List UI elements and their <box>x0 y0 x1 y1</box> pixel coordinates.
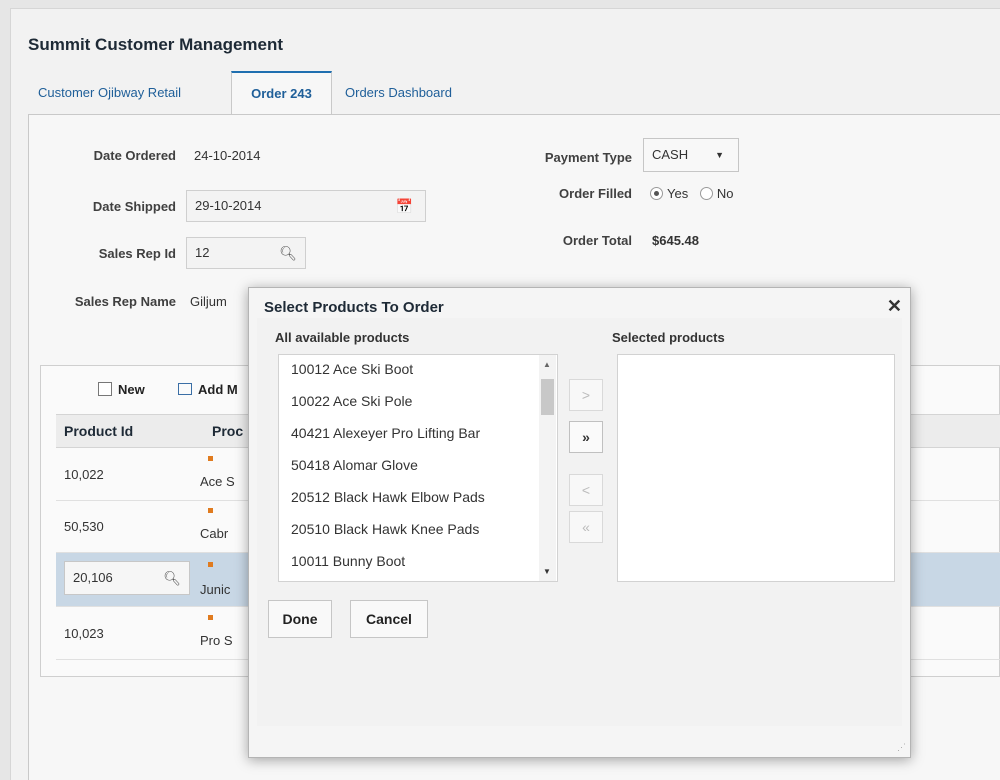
list-item[interactable]: 10012 Ace Ski Boot <box>291 361 413 377</box>
list-item[interactable]: 20510 Black Hawk Knee Pads <box>291 521 479 537</box>
add-multiple-label: Add M <box>198 382 238 397</box>
app-title: Summit Customer Management <box>28 35 284 54</box>
order-total-value: $645.48 <box>652 233 699 248</box>
scrollbar[interactable]: ▲ ▼ <box>539 355 556 581</box>
sales-rep-id-label: Sales Rep Id <box>98 246 176 261</box>
product-id-cell: 50,530 <box>64 519 104 534</box>
scroll-thumb[interactable] <box>541 379 554 415</box>
list-item[interactable]: 10022 Ace Ski Pole <box>291 393 412 409</box>
dropdown-arrow-icon: ▼ <box>715 150 724 160</box>
move-selected-button[interactable]: > <box>569 379 603 411</box>
list-item[interactable]: 50418 Alomar Glove <box>291 457 418 473</box>
sales-rep-id-value: 12 <box>195 245 210 260</box>
list-item[interactable]: 40421 Alexeyer Pro Lifting Bar <box>291 425 480 441</box>
radio-yes-label: Yes <box>667 186 689 201</box>
select-products-dialog: Select Products To Order ✕ All available… <box>248 287 911 758</box>
available-products-list[interactable]: 10012 Ace Ski Boot 10022 Ace Ski Pole 40… <box>278 354 558 582</box>
status-marker <box>208 456 213 461</box>
date-shipped-input[interactable]: 29-10-2014 📅 <box>186 190 426 222</box>
list-item[interactable]: 20512 Black Hawk Elbow Pads <box>291 489 485 505</box>
add-multiple-icon <box>178 383 192 395</box>
move-all-button[interactable]: » <box>569 421 603 453</box>
remove-selected-button[interactable]: < <box>569 474 603 506</box>
radio-yes[interactable] <box>650 187 663 200</box>
radio-no[interactable] <box>699 187 713 200</box>
order-total-label: Order Total <box>562 233 632 248</box>
product-name-cell: Ace S <box>200 474 235 489</box>
product-name-cell: Cabr <box>200 526 229 541</box>
status-marker <box>208 562 213 567</box>
available-products-label: All available products <box>275 330 410 345</box>
remove-all-button[interactable]: « <box>569 511 603 543</box>
product-name-cell: Junic <box>200 582 231 597</box>
list-item[interactable]: 10011 Bunny Boot <box>291 553 405 569</box>
product-id-cell: 10,022 <box>64 467 104 482</box>
status-marker <box>208 508 213 513</box>
payment-type-select[interactable]: CASH ▼ <box>643 138 739 172</box>
search-icon[interactable]: 🔍︎ <box>279 238 297 268</box>
date-ordered-label: Date Ordered <box>93 148 176 163</box>
product-id-value: 20,106 <box>73 570 113 585</box>
product-id-cell: 10,023 <box>64 626 104 641</box>
payment-type-label: Payment Type <box>544 150 632 165</box>
done-button[interactable]: Done <box>268 600 332 638</box>
order-filled-radio-group: Yes No <box>650 186 733 201</box>
scroll-up-icon[interactable]: ▲ <box>543 360 551 369</box>
search-icon[interactable]: 🔍︎ <box>163 562 181 594</box>
selected-products-list[interactable] <box>617 354 895 582</box>
tab-orders-dashboard[interactable]: Orders Dashboard <box>335 71 462 115</box>
sales-rep-id-input[interactable]: 12 🔍︎ <box>186 237 306 269</box>
new-button[interactable]: New <box>98 382 145 397</box>
new-icon <box>98 382 112 396</box>
close-icon[interactable]: ✕ <box>887 296 902 317</box>
product-id-input[interactable]: 20,106 🔍︎ <box>64 561 190 595</box>
cancel-button[interactable]: Cancel <box>350 600 428 638</box>
resize-grip-icon[interactable]: ⋰ <box>897 742 906 753</box>
tab-order[interactable]: Order 243 <box>231 71 332 115</box>
new-button-label: New <box>118 382 145 397</box>
radio-no-label: No <box>716 186 734 201</box>
col-header-product-id[interactable]: Product Id <box>64 414 133 448</box>
scroll-down-icon[interactable]: ▼ <box>543 567 551 576</box>
date-ordered-value: 24-10-2014 <box>194 148 261 163</box>
dialog-title: Select Products To Order <box>264 299 444 316</box>
payment-type-value: CASH <box>652 147 689 162</box>
tab-customer[interactable]: Customer Ojibway Retail <box>28 71 191 115</box>
date-shipped-value: 29-10-2014 <box>195 198 262 213</box>
add-multiple-button[interactable]: Add M <box>178 382 238 397</box>
product-name-cell: Pro S <box>200 633 233 648</box>
selected-products-label: Selected products <box>612 330 725 345</box>
date-shipped-label: Date Shipped <box>92 199 176 214</box>
order-filled-label: Order Filled <box>559 186 632 201</box>
status-marker <box>208 615 213 620</box>
sales-rep-name-value: Giljum <box>190 294 227 309</box>
calendar-icon[interactable]: 📅 <box>396 191 413 221</box>
col-header-product[interactable]: Proc <box>212 414 243 448</box>
sales-rep-name-label: Sales Rep Name <box>74 294 176 309</box>
